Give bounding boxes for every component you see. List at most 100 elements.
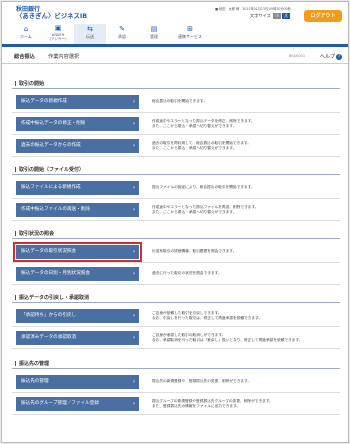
list-item: 振込先の管理 › 振込先の新規登録や、登録振込先の変更、削除ができます。 xyxy=(12,371,340,393)
new-transfer-data-button[interactable]: 振込データの新規作成 › xyxy=(16,95,139,109)
help-icon: ? xyxy=(336,54,343,60)
desc-line: また、ここから振込・承認へ切り替えができます。 xyxy=(152,124,237,128)
chevron-right-icon: › xyxy=(132,143,135,149)
text-size-control: 文字サイズ 小大 xyxy=(250,13,291,19)
nav-manage[interactable]: ▤ 管理 xyxy=(138,24,170,44)
section-withdraw-cancel: 振込データの引戻し・承認取消 「承認待ち」からの引戻し › ご自身が依頼した取引を… xyxy=(12,294,340,352)
create-from-past-button[interactable]: 過去の振込データからの作成 › xyxy=(16,139,139,153)
desc-line: また、ここから振込・承認へ切り替えができます。 xyxy=(152,146,237,150)
chevron-right-icon: › xyxy=(132,207,135,213)
service-name: 〈あきぎん〉ビジネスIB xyxy=(16,12,88,20)
row-description: ご自身が承認した取引の取消しができます。 なお、承認取消を行った取引は「差戻し」扱… xyxy=(152,333,338,343)
app-window: 秋田銀行 〈あきぎん〉ビジネスIB ■ 秋田 太郎 様 2012年01月13日 … xyxy=(1,1,349,443)
text-size-label: 文字サイズ xyxy=(250,13,271,18)
list-item: 「承認待ち」からの引戻し › ご自身が依頼した取引を引戻しできます。 なお、引戻しを… xyxy=(12,305,340,327)
chevron-right-icon: › xyxy=(132,379,135,385)
chevron-right-icon: › xyxy=(132,249,135,255)
global-nav: ⌂ ホーム ▣ ANSER (アンサー) ⇆ 伝送 ✎ 承認 ▤ 管理 ⊞ 連携サ… xyxy=(10,24,210,44)
transaction-status-inquiry-button[interactable]: 振込データの取引状況照会 › xyxy=(13,242,142,262)
nav-linked-service-label: 連携サービス xyxy=(178,34,202,39)
row-description: 伝送系取引の詳細情報、取引履歴を照会できます。 xyxy=(152,249,237,253)
text-size-large-button[interactable]: 大 xyxy=(282,13,291,19)
section-title: 取引状況の照会 xyxy=(12,230,340,239)
chevron-right-icon: › xyxy=(132,271,135,277)
button-label: 過去の振込データからの作成 xyxy=(21,143,81,148)
row-description: 総合振込の取引を開始できます。 xyxy=(152,99,207,103)
section-file-start: 取引の開始（ファイル受付） 振込ファイルによる新規作成 › 振込ファイルの指定によ… xyxy=(12,166,340,224)
new-from-file-button[interactable]: 振込ファイルによる新規作成 › xyxy=(16,181,139,195)
link-icon: ⊞ xyxy=(187,25,193,33)
screen-id: BSSK001 xyxy=(289,54,306,58)
approve-icon: ✎ xyxy=(119,25,125,33)
manage-icon: ▤ xyxy=(150,25,158,33)
nav-anser[interactable]: ▣ ANSER (アンサー) xyxy=(42,24,74,44)
chevron-right-icon: › xyxy=(132,121,135,127)
list-item: 作成中振込ファイルの再送・削除 › 作成途中やエラーとなった振込ファイルを再送、削… xyxy=(12,199,340,221)
user-info: ■ 秋田 太郎 様 2012年01月13日 09時30分00秒 xyxy=(215,7,291,11)
header: 秋田銀行 〈あきぎん〉ビジネスIB ■ 秋田 太郎 様 2012年01月13日 … xyxy=(2,2,348,47)
button-label: 振込先のグループ管理／ファイル登録 xyxy=(21,401,99,406)
nav-home[interactable]: ⌂ ホーム xyxy=(10,24,42,44)
nav-divider xyxy=(2,44,348,47)
list-item: 承認済みデータの承認取消 › ご自身が承認した取引の取消しができます。 なお、承認取… xyxy=(12,327,340,349)
row-description: 振込先の新規登録や、登録振込先の変更、削除ができます。 xyxy=(152,379,252,383)
nav-transfer[interactable]: ⇆ 伝送 xyxy=(74,24,106,44)
desc-line: また、登録振込先の情報をファイルに出力できます。 xyxy=(152,404,241,408)
list-item: 振込データの取引状況照会 › 伝送系取引の詳細情報、取引履歴を照会できます。 xyxy=(12,241,340,263)
list-item: 振込データの日別・月別状況照会 › 過去に行った取引の状況を照会できます。 xyxy=(12,263,340,285)
house-icon: ⌂ xyxy=(23,25,29,33)
button-label: 振込先の管理 xyxy=(21,379,49,384)
nav-anser-label: ANSER (アンサー) xyxy=(49,33,67,41)
button-label: 「承認待ち」からの引戻し xyxy=(21,313,77,318)
row-description: 過去に行った取引の状況を照会できます。 xyxy=(152,271,222,275)
section-title: 取引の開始 xyxy=(12,80,340,89)
row-description: 作成途中やエラーとなった振込データを修正、削除できます。 また、ここから振込・承認… xyxy=(152,119,338,129)
section-title: 取引の開始（ファイル受付） xyxy=(12,166,340,175)
list-item: 振込データの新規作成 › 総合振込の取引を開始できます。 xyxy=(12,91,340,113)
nav-linked-service[interactable]: ⊞ 連携サービス xyxy=(170,24,210,44)
payee-management-button[interactable]: 振込先の管理 › xyxy=(16,375,139,389)
daily-monthly-inquiry-button[interactable]: 振込データの日別・月別状況照会 › xyxy=(16,267,139,281)
button-label: 作成中振込データの修正・削除 xyxy=(21,121,86,126)
row-description: ご自身が依頼した取引を引戻しできます。 なお、引戻しを行った取引は、修正して再度承… xyxy=(152,311,338,321)
nav-transfer-label: 伝送 xyxy=(86,34,94,39)
row-description: 作成途中やエラーとなった振込ファイルを再送、削除できます。 また、ここから振込・承… xyxy=(152,205,338,215)
row-description: 過去の取引を再利用して、総合振込の取引を開始できます。 また、ここから振込・承認へ… xyxy=(152,141,338,151)
nav-home-label: ホーム xyxy=(20,34,32,39)
list-item: 振込先のグループ管理／ファイル登録 › 振込グループの新規登録や登録振込先グループ… xyxy=(12,393,340,415)
breadcrumb-category: 総合振込 xyxy=(14,54,35,60)
resend-draft-file-button[interactable]: 作成中振込ファイルの再送・削除 › xyxy=(16,203,139,217)
desc-line: なお、承認取消を行った取引は「差戻し」扱いとなり、修正して再度承認を依頼できます… xyxy=(152,338,303,342)
section-payee-management: 振込先の管理 振込先の管理 › 振込先の新規登録や、登録振込先の変更、削除ができま… xyxy=(12,360,340,418)
chevron-right-icon: › xyxy=(132,401,135,407)
section-title: 振込データの引戻し・承認取消 xyxy=(12,294,340,303)
chevron-right-icon: › xyxy=(132,313,135,319)
button-label: 振込ファイルによる新規作成 xyxy=(21,185,81,190)
bank-logo[interactable]: 秋田銀行 〈あきぎん〉ビジネスIB xyxy=(16,6,87,20)
button-label: 振込データの取引状況照会 xyxy=(21,249,77,254)
chevron-right-icon: › xyxy=(132,185,135,191)
help-link[interactable]: ヘルプ? xyxy=(320,53,343,60)
cancel-approval-button[interactable]: 承認済みデータの承認取消 › xyxy=(16,331,139,345)
payee-group-management-button[interactable]: 振込先のグループ管理／ファイル登録 › xyxy=(16,397,139,411)
section-status-inquiry: 取引状況の照会 振込データの取引状況照会 › 伝送系取引の詳細情報、取引履歴を照会… xyxy=(12,230,340,288)
button-label: 承認済みデータの承認取消 xyxy=(21,335,77,340)
text-size-small-button[interactable]: 小 xyxy=(273,13,282,19)
withdraw-pending-button[interactable]: 「承認待ち」からの引戻し › xyxy=(16,309,139,323)
row-description: 振込ファイルの指定により、総合振込の取引を開始できます。 xyxy=(152,185,255,189)
anser-icon: ▣ xyxy=(54,24,62,32)
row-description: 振込グループの新規登録や登録振込先グループの変更、削除ができます。 また、登録振込… xyxy=(152,399,338,409)
edit-draft-transfer-button[interactable]: 作成中振込データの修正・削除 › xyxy=(16,117,139,131)
nav-approve-label: 承認 xyxy=(118,34,126,39)
page-title: 作業内容選択 xyxy=(48,54,80,60)
nav-manage-label: 管理 xyxy=(150,34,158,39)
list-item: 振込ファイルによる新規作成 › 振込ファイルの指定により、総合振込の取引を開始でき… xyxy=(12,177,340,199)
chevron-right-icon: › xyxy=(132,99,135,105)
logout-button[interactable]: ログアウト xyxy=(304,10,342,22)
button-label: 振込データの新規作成 xyxy=(21,99,67,104)
section-start: 取引の開始 振込データの新規作成 › 総合振込の取引を開始できます。 作成中振込デ… xyxy=(12,80,340,160)
transfer-icon: ⇆ xyxy=(87,25,93,33)
chevron-right-icon: › xyxy=(132,335,135,341)
section-title: 振込先の管理 xyxy=(12,360,340,369)
nav-approve[interactable]: ✎ 承認 xyxy=(106,24,138,44)
